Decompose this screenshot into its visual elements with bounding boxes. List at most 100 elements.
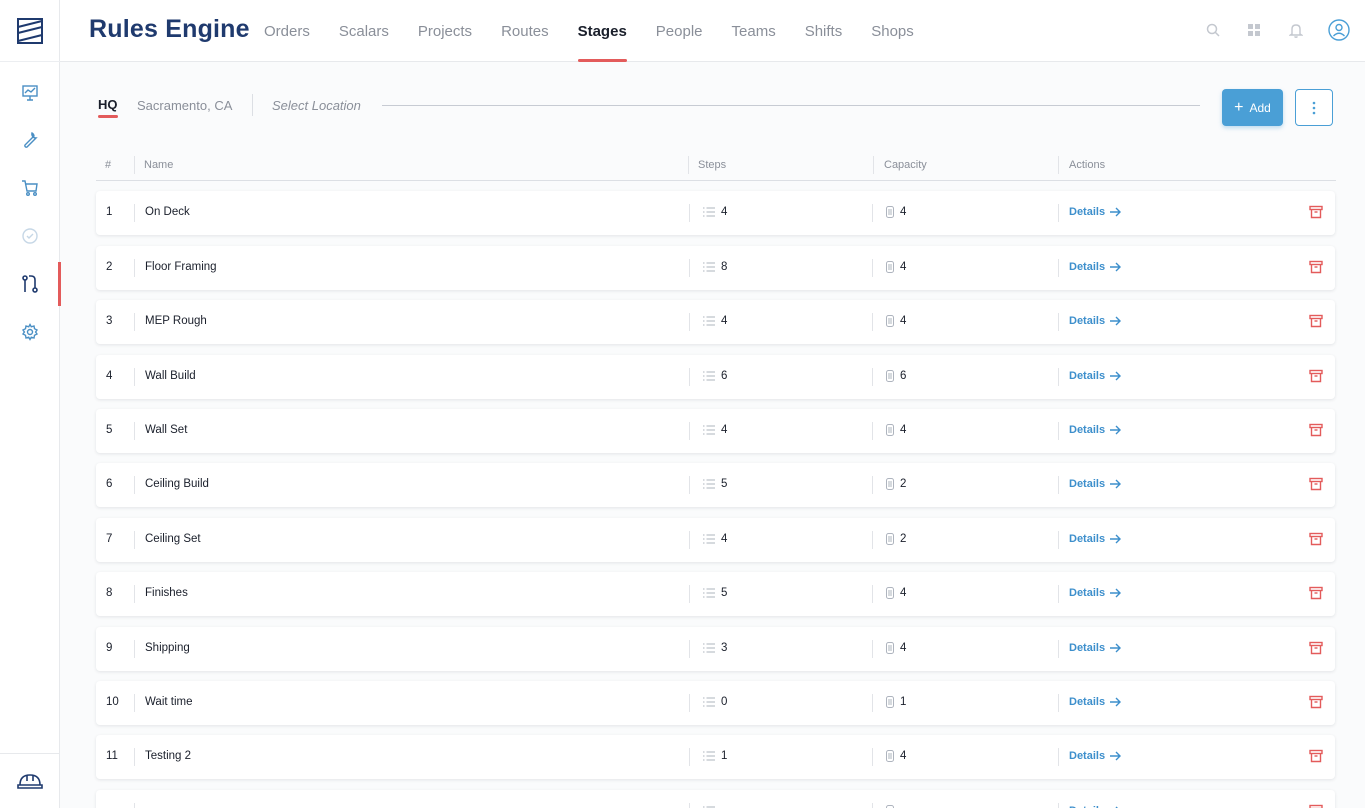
search-button[interactable]: [1202, 19, 1224, 41]
tab-routes[interactable]: Routes: [501, 0, 549, 62]
capacity-icon: [884, 261, 896, 273]
select-location-input[interactable]: Select Location: [272, 98, 361, 113]
arrow-right-icon: [1110, 534, 1122, 544]
details-label: Details: [1069, 424, 1106, 436]
row-name: Wall Set: [145, 424, 188, 436]
table-row[interactable]: 10 Wait time 0 1 Details: [96, 681, 1335, 725]
column-steps[interactable]: Steps: [698, 159, 726, 171]
row-capacity: 4: [900, 750, 907, 762]
details-link[interactable]: Details: [1069, 533, 1122, 545]
details-label: Details: [1069, 750, 1106, 762]
table-row[interactable]: 3 MEP Rough 4 4 Details: [96, 300, 1335, 344]
sidebar-item-tools[interactable]: [0, 122, 60, 158]
table-row[interactable]: 5 Wall Set 4 4 Details: [96, 409, 1335, 453]
user-menu-button[interactable]: [1328, 19, 1350, 41]
trash-icon[interactable]: [1309, 695, 1323, 709]
cell-divider: [689, 259, 690, 277]
apps-button[interactable]: [1243, 19, 1265, 41]
row-steps: 4: [721, 206, 728, 218]
sidebar-item-approvals[interactable]: [0, 218, 60, 254]
cell-divider: [872, 368, 873, 386]
cell-divider: [689, 531, 690, 549]
sidebar-item-orders[interactable]: [0, 170, 60, 206]
cell-divider: [689, 640, 690, 658]
table-row[interactable]: 7 Ceiling Set 4 2 Details: [96, 518, 1335, 562]
hardhat-icon: [17, 774, 43, 789]
cell-divider: [134, 694, 135, 712]
table-row[interactable]: 11 Testing 2 1 4 Details: [96, 735, 1335, 779]
row-steps: 4: [721, 424, 728, 436]
tab-teams[interactable]: Teams: [732, 0, 776, 62]
table-row[interactable]: 9 Shipping 3 4 Details: [96, 627, 1335, 671]
column-actions: Actions: [1069, 159, 1106, 171]
table-row[interactable]: 2 Floor Framing 8 4 Details: [96, 246, 1335, 290]
table-row[interactable]: 8 Finishes 5 4 Details: [96, 572, 1335, 616]
row-steps: 3: [721, 642, 728, 654]
check-circle-icon: [22, 228, 38, 244]
trash-icon[interactable]: [1309, 423, 1323, 437]
trash-icon[interactable]: [1309, 749, 1323, 763]
trash-icon[interactable]: [1309, 804, 1323, 808]
capacity-icon: [884, 478, 896, 490]
sidebar-item-workers[interactable]: [0, 753, 60, 808]
details-link[interactable]: Details: [1069, 642, 1122, 654]
cell-divider: [134, 585, 135, 603]
details-link[interactable]: Details: [1069, 696, 1122, 708]
location-hq-tab[interactable]: HQ: [98, 97, 118, 118]
cell-divider: [134, 204, 135, 222]
arrow-right-icon: [1110, 425, 1122, 435]
tab-shops[interactable]: Shops: [871, 0, 914, 62]
details-link[interactable]: Details: [1069, 206, 1122, 218]
trash-icon[interactable]: [1309, 641, 1323, 655]
trash-icon[interactable]: [1309, 205, 1323, 219]
row-name: Wall Build: [145, 370, 196, 382]
cell-divider: [134, 422, 135, 440]
trash-icon[interactable]: [1309, 314, 1323, 328]
location-city[interactable]: Sacramento, CA: [137, 98, 232, 113]
cell-divider: [1058, 748, 1059, 766]
logo[interactable]: [0, 0, 60, 62]
sidebar-item-dashboard[interactable]: [0, 75, 60, 111]
table-row[interactable]: 1 On Deck 4 4 Details: [96, 191, 1335, 235]
trash-icon[interactable]: [1309, 260, 1323, 274]
table-row[interactable]: Details: [96, 790, 1335, 808]
column-capacity[interactable]: Capacity: [884, 159, 927, 171]
trash-icon[interactable]: [1309, 586, 1323, 600]
tab-people[interactable]: People: [656, 0, 703, 62]
column-name[interactable]: Name: [144, 159, 173, 171]
details-link[interactable]: Details: [1069, 315, 1122, 327]
sidebar-item-settings[interactable]: [0, 314, 60, 350]
tab-scalars[interactable]: Scalars: [339, 0, 389, 62]
details-label: Details: [1069, 533, 1106, 545]
details-link[interactable]: Details: [1069, 424, 1122, 436]
add-button[interactable]: + Add: [1222, 89, 1283, 126]
row-steps: 4: [721, 533, 728, 545]
details-link[interactable]: Details: [1069, 478, 1122, 490]
tab-orders[interactable]: Orders: [264, 0, 310, 62]
trash-icon[interactable]: [1309, 369, 1323, 383]
sidebar-item-rules[interactable]: [0, 262, 61, 306]
tab-shifts[interactable]: Shifts: [805, 0, 843, 62]
details-link[interactable]: Details: [1069, 750, 1122, 762]
details-link[interactable]: Details: [1069, 370, 1122, 382]
tab-stages[interactable]: Stages: [577, 0, 628, 62]
row-index: 3: [106, 315, 113, 327]
details-link[interactable]: Details: [1069, 261, 1122, 273]
location-bar: HQ Sacramento, CA Select Location: [98, 94, 1200, 118]
cell-divider: [1058, 313, 1059, 331]
details-link[interactable]: Details: [1069, 587, 1122, 599]
more-vertical-icon: [1312, 101, 1316, 114]
cell-divider: [1058, 803, 1059, 808]
cell-divider: [134, 748, 135, 766]
top-header: Rules Engine Orders Scalars Projects Rou…: [60, 0, 1365, 62]
capacity-icon: [884, 587, 896, 599]
row-capacity: 4: [900, 261, 907, 273]
more-options-button[interactable]: [1295, 89, 1333, 126]
notifications-button[interactable]: [1285, 19, 1307, 41]
trash-icon[interactable]: [1309, 477, 1323, 491]
cell-divider: [134, 313, 135, 331]
tab-projects[interactable]: Projects: [418, 0, 472, 62]
table-row[interactable]: 4 Wall Build 6 6 Details: [96, 355, 1335, 399]
trash-icon[interactable]: [1309, 532, 1323, 546]
table-row[interactable]: 6 Ceiling Build 5 2 Details: [96, 463, 1335, 507]
